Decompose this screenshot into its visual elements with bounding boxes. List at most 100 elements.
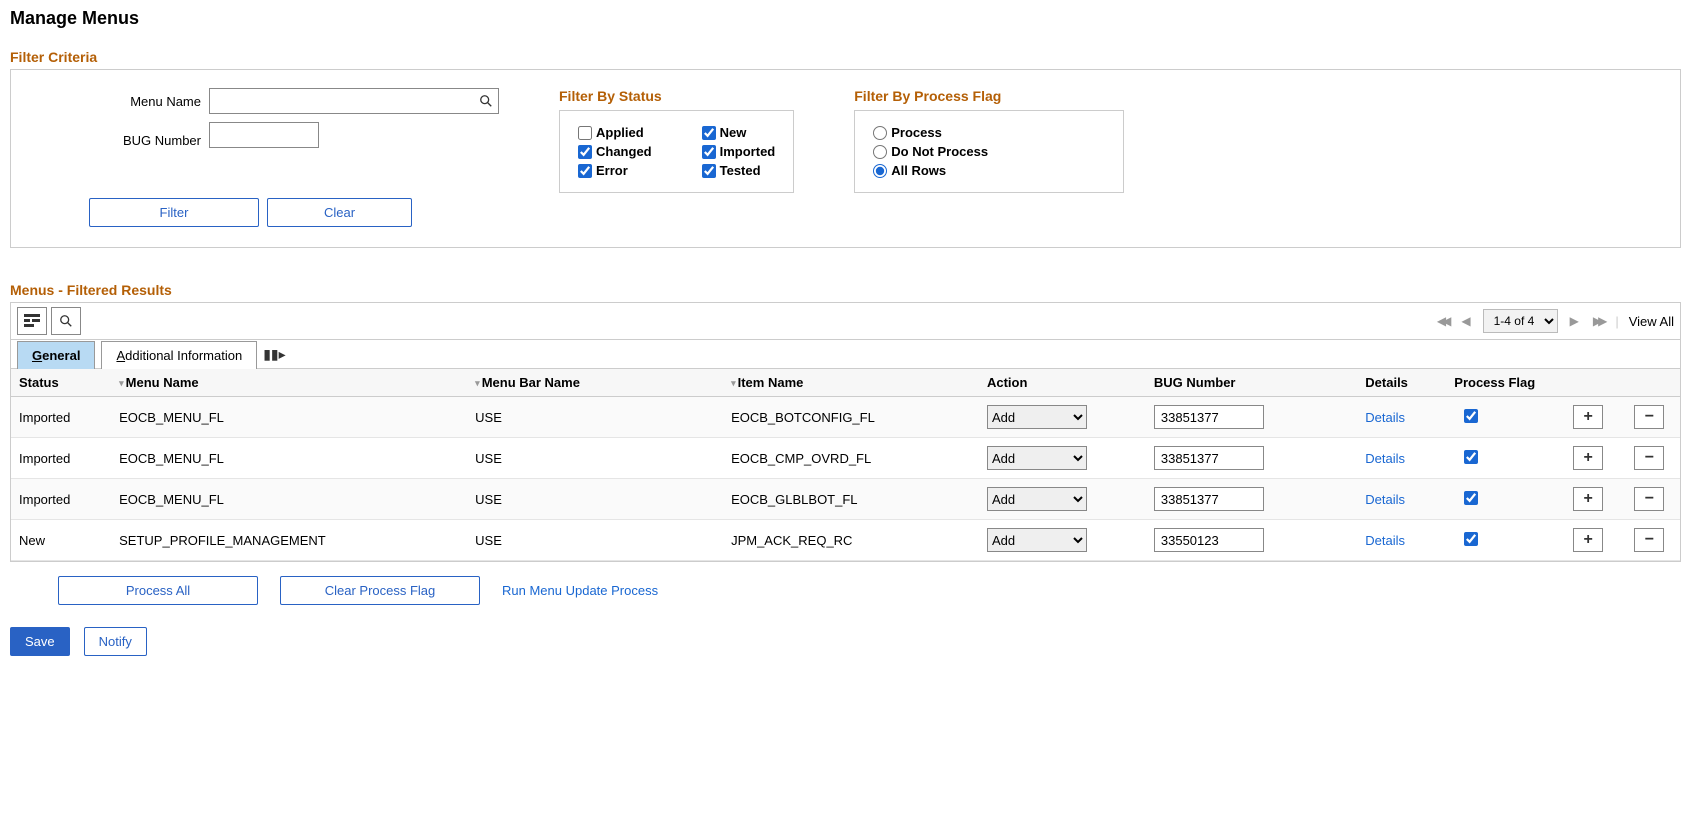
bug-number-input[interactable]	[209, 122, 319, 148]
col-bug-number[interactable]: BUG Number	[1146, 369, 1357, 397]
prev-page-icon[interactable]: ◀	[1459, 314, 1472, 328]
personalize-icon[interactable]	[17, 307, 47, 335]
action-select[interactable]: Add	[987, 405, 1087, 429]
col-process-flag[interactable]: Process Flag	[1446, 369, 1557, 397]
page-range-select[interactable]: 1-4 of 4	[1483, 309, 1558, 333]
process-flag-checkbox[interactable]	[1464, 491, 1478, 505]
results-section-title: Menus - Filtered Results	[10, 282, 1681, 298]
process-flag-checkbox[interactable]	[1464, 409, 1478, 423]
bug-number-cell-input[interactable]	[1154, 405, 1264, 429]
filter-criteria-box: Menu Name BUG Number Filter Clear	[10, 69, 1681, 248]
add-row-button[interactable]: +	[1573, 446, 1603, 470]
bug-number-cell-input[interactable]	[1154, 528, 1264, 552]
tab-general[interactable]: GGeneraleneral	[17, 341, 95, 369]
process-radio[interactable]	[873, 126, 887, 140]
clear-process-flag-button[interactable]: Clear Process Flag	[280, 576, 480, 605]
run-menu-update-process-link[interactable]: Run Menu Update Process	[502, 583, 658, 598]
action-select[interactable]: Add	[987, 528, 1087, 552]
menu-name-label: Menu Name	[31, 94, 201, 109]
col-menu-bar-name[interactable]: Menu Bar Name	[467, 369, 723, 397]
cell-status: Imported	[11, 397, 111, 438]
status-new-checkbox[interactable]	[702, 126, 716, 140]
save-button[interactable]: Save	[10, 627, 70, 656]
menu-name-input[interactable]	[209, 88, 499, 114]
status-changed[interactable]: Changed	[578, 144, 652, 159]
details-link[interactable]: Details	[1365, 492, 1405, 507]
toolbar-separator: |	[1615, 314, 1618, 329]
cell-item-name: JPM_ACK_REQ_RC	[723, 520, 979, 561]
cell-item-name: EOCB_CMP_OVRD_FL	[723, 438, 979, 479]
table-row: ImportedEOCB_MENU_FLUSEEOCB_GLBLBOT_FLAd…	[11, 479, 1680, 520]
status-new[interactable]: New	[702, 125, 776, 140]
status-changed-label: Changed	[596, 144, 652, 159]
status-tested[interactable]: Tested	[702, 163, 776, 178]
col-action[interactable]: Action	[979, 369, 1146, 397]
filter-by-process-flag-title: Filter By Process Flag	[854, 88, 1124, 104]
details-link[interactable]: Details	[1365, 533, 1405, 548]
search-icon[interactable]	[479, 94, 493, 108]
last-page-icon[interactable]: ▶▶	[1591, 314, 1605, 328]
action-select[interactable]: Add	[987, 487, 1087, 511]
cell-menu-bar-name: USE	[467, 438, 723, 479]
status-error[interactable]: Error	[578, 163, 652, 178]
cell-status: Imported	[11, 438, 111, 479]
delete-row-button[interactable]: −	[1634, 405, 1664, 429]
status-applied[interactable]: Applied	[578, 125, 652, 140]
status-imported-label: Imported	[720, 144, 776, 159]
status-tested-checkbox[interactable]	[702, 164, 716, 178]
add-row-button[interactable]: +	[1573, 528, 1603, 552]
status-imported[interactable]: Imported	[702, 144, 776, 159]
view-all-link[interactable]: View All	[1629, 314, 1674, 329]
all-rows-radio[interactable]	[873, 164, 887, 178]
status-error-checkbox[interactable]	[578, 164, 592, 178]
cell-status: New	[11, 520, 111, 561]
process-flag-checkbox[interactable]	[1464, 532, 1478, 546]
bug-number-cell-input[interactable]	[1154, 446, 1264, 470]
process-flag-checkbox[interactable]	[1464, 450, 1478, 464]
table-row: ImportedEOCB_MENU_FLUSEEOCB_BOTCONFIG_FL…	[11, 397, 1680, 438]
col-details[interactable]: Details	[1357, 369, 1446, 397]
details-link[interactable]: Details	[1365, 410, 1405, 425]
col-item-name[interactable]: Item Name	[723, 369, 979, 397]
process-flag-all[interactable]: All Rows	[873, 163, 1105, 178]
tab-additional-information[interactable]: Additional InformationAdditional Informa…	[101, 341, 257, 369]
cell-menu-bar-name: USE	[467, 397, 723, 438]
details-link[interactable]: Details	[1365, 451, 1405, 466]
col-delete	[1619, 369, 1680, 397]
col-menu-name[interactable]: Menu Name	[111, 369, 467, 397]
show-all-columns-icon[interactable]: ▮▮▸	[263, 346, 285, 363]
page-title: Manage Menus	[10, 8, 1681, 29]
first-page-icon[interactable]: ◀◀	[1435, 314, 1449, 328]
status-applied-checkbox[interactable]	[578, 126, 592, 140]
cell-status: Imported	[11, 479, 111, 520]
status-changed-checkbox[interactable]	[578, 145, 592, 159]
bug-number-label: BUG Number	[31, 133, 201, 148]
next-page-icon[interactable]: ▶	[1568, 314, 1581, 328]
cell-menu-name: EOCB_MENU_FL	[111, 438, 467, 479]
col-status[interactable]: Status	[11, 369, 111, 397]
filter-by-status-title: Filter By Status	[559, 88, 794, 104]
clear-button[interactable]: Clear	[267, 198, 412, 227]
table-row: NewSETUP_PROFILE_MANAGEMENTUSEJPM_ACK_RE…	[11, 520, 1680, 561]
delete-row-button[interactable]: −	[1634, 446, 1664, 470]
process-flag-donot[interactable]: Do Not Process	[873, 144, 1105, 159]
bug-number-cell-input[interactable]	[1154, 487, 1264, 511]
find-icon[interactable]	[51, 307, 81, 335]
status-imported-checkbox[interactable]	[702, 145, 716, 159]
delete-row-button[interactable]: −	[1634, 487, 1664, 511]
process-label: Process	[891, 125, 942, 140]
cell-menu-name: EOCB_MENU_FL	[111, 479, 467, 520]
donot-process-radio[interactable]	[873, 145, 887, 159]
cell-menu-name: SETUP_PROFILE_MANAGEMENT	[111, 520, 467, 561]
status-error-label: Error	[596, 163, 628, 178]
cell-item-name: EOCB_BOTCONFIG_FL	[723, 397, 979, 438]
filter-button[interactable]: Filter	[89, 198, 259, 227]
process-flag-process[interactable]: Process	[873, 125, 1105, 140]
notify-button[interactable]: Notify	[84, 627, 147, 656]
add-row-button[interactable]: +	[1573, 487, 1603, 511]
add-row-button[interactable]: +	[1573, 405, 1603, 429]
delete-row-button[interactable]: −	[1634, 528, 1664, 552]
process-all-button[interactable]: Process All	[58, 576, 258, 605]
action-select[interactable]: Add	[987, 446, 1087, 470]
grid-tabs: GGeneraleneral Additional InformationAdd…	[11, 340, 1680, 368]
